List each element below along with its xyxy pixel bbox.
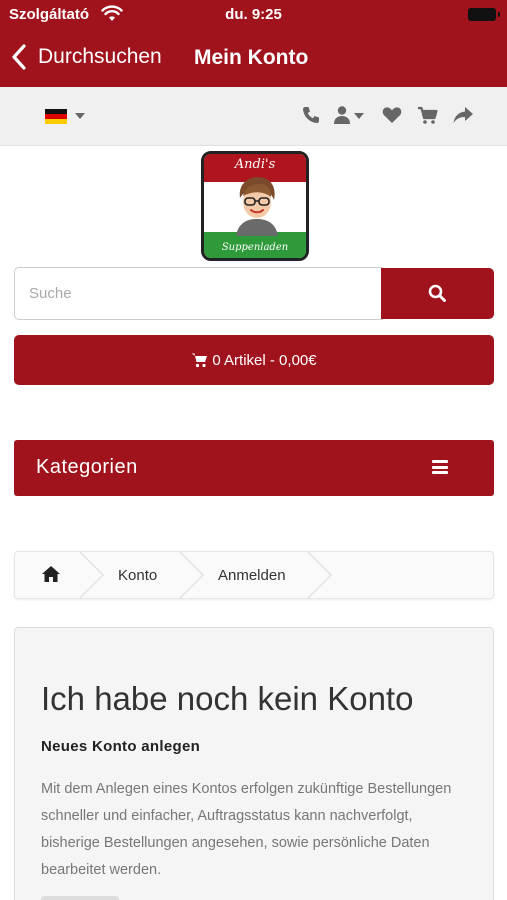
panel-description: Mit dem Anlegen eines Kontos erfolgen zu…	[41, 781, 452, 878]
hamburger-menu-icon	[432, 460, 448, 474]
breadcrumb-separator	[306, 551, 333, 599]
categories-label: Kategorien	[36, 456, 138, 478]
panel-heading: Ich habe noch kein Konto	[41, 680, 414, 717]
share-icon[interactable]	[452, 104, 474, 126]
cart-summary-button[interactable]: 0 Artikel - 0,00€	[14, 335, 494, 385]
phone-icon[interactable]	[300, 104, 322, 126]
search-input[interactable]	[14, 267, 383, 320]
battery-icon	[468, 8, 500, 21]
language-dropdown-caret-icon[interactable]	[75, 113, 85, 119]
search-bar	[14, 267, 494, 320]
heart-icon[interactable]	[381, 104, 403, 126]
back-label: Durchsuchen	[38, 45, 162, 68]
panel-subheading: Neues Konto anlegen	[41, 738, 201, 755]
store-logo[interactable]: Andi's Suppenladen	[201, 151, 309, 261]
new-account-panel: Ich habe noch kein Konto Neues Konto anl…	[14, 627, 494, 900]
back-button[interactable]: Durchsuchen	[10, 43, 162, 71]
cart-summary-label: 0 Artikel - 0,00€	[212, 351, 317, 369]
avatar	[236, 177, 278, 236]
breadcrumb-separator	[178, 551, 205, 599]
cart-icon	[191, 353, 208, 368]
status-bar: Szolgáltató du. 9:25	[0, 0, 507, 30]
clock: du. 9:25	[225, 6, 282, 23]
categories-menu-button[interactable]: Kategorien	[14, 440, 494, 496]
breadcrumb-separator	[78, 551, 105, 599]
top-toolbar	[0, 87, 507, 146]
home-icon[interactable]	[41, 565, 61, 583]
breadcrumb: Konto Anmelden	[14, 551, 494, 599]
continue-button[interactable]	[41, 896, 119, 900]
cart-icon[interactable]	[417, 104, 439, 126]
breadcrumb-item-anmelden[interactable]: Anmelden	[218, 567, 286, 584]
chevron-left-icon	[12, 44, 26, 70]
breadcrumb-item-konto[interactable]: Konto	[118, 567, 157, 584]
user-icon[interactable]	[331, 104, 353, 126]
navigation-bar: Durchsuchen Mein Konto	[0, 30, 507, 87]
search-button[interactable]	[381, 268, 494, 319]
search-icon	[428, 284, 446, 302]
logo-name: Andi's	[234, 157, 276, 172]
user-dropdown-caret-icon[interactable]	[354, 113, 364, 119]
logo-subtitle: Suppenladen	[221, 242, 289, 253]
germany-flag-icon[interactable]	[45, 109, 67, 124]
page-title: Mein Konto	[194, 46, 309, 69]
